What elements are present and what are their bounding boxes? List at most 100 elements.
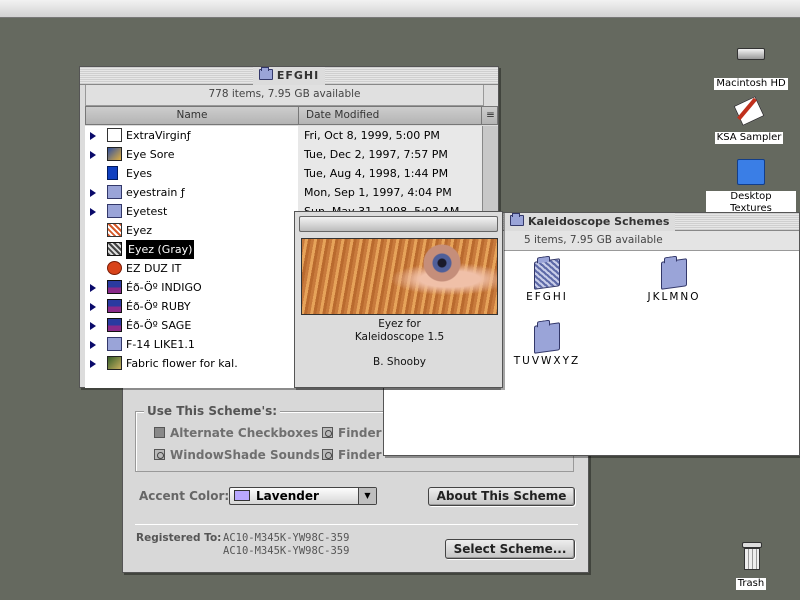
desktop-icon-label: Macintosh HD	[714, 78, 788, 90]
about-author: B. Shooby	[373, 356, 426, 368]
window-title: EFGHI	[252, 67, 326, 85]
folder-icon	[107, 337, 122, 351]
option-label: Alternate Checkboxes	[170, 426, 319, 440]
registration-code-1: AC10-M345K-YW98C-359	[223, 532, 350, 544]
window-title: Kaleidoscope Schemes	[504, 213, 676, 231]
about-this-scheme-button[interactable]: About This Scheme	[428, 487, 575, 506]
row-name: F-14 LIKE1.1	[126, 338, 195, 351]
color-swatch	[234, 490, 250, 501]
row-date: Tue, Dec 2, 1997, 7:57 PM	[298, 145, 482, 164]
folder-label: EFGHI	[526, 291, 568, 303]
disclosure-triangle-icon[interactable]	[90, 303, 96, 311]
accent-color-popup[interactable]: Lavender ▼	[229, 487, 377, 505]
folder-outline-icon	[107, 128, 122, 142]
list-row[interactable]: ExtraVirginƒ Fri, Oct 8, 1999, 5:00 PM	[85, 126, 482, 145]
alternate-checkboxes-option[interactable]: Alternate Checkboxes	[154, 426, 318, 440]
monitor-icon	[107, 299, 122, 313]
row-date: Tue, Aug 4, 1998, 1:44 PM	[298, 164, 482, 183]
disclosure-triangle-icon[interactable]	[90, 189, 96, 197]
folder-icon	[107, 185, 122, 199]
folder-icon	[661, 258, 687, 290]
row-date: Mon, Sep 1, 1997, 4:04 PM	[298, 183, 482, 202]
disclosure-triangle-icon[interactable]	[90, 284, 96, 292]
accent-color-label: Accent Color:	[139, 489, 230, 503]
folder-icon	[510, 213, 524, 226]
desktop-icon-label: KSA Sampler	[714, 132, 784, 144]
about-line-1: Eyez for	[378, 318, 421, 330]
desktop-icon-ksa-sampler[interactable]: KSA Sampler	[704, 94, 794, 144]
scheme-preview-image	[301, 238, 498, 315]
folder-item-tuvwxyz[interactable]: TUVWXYZ	[497, 322, 597, 367]
row-name: Eyez	[126, 224, 153, 237]
windowshade-sounds-option[interactable]: WindowShade Sounds	[154, 448, 320, 462]
about-scheme-window[interactable]: Eyez for Kaleidoscope 1.5 B. Shooby	[294, 211, 503, 388]
divider	[135, 524, 578, 525]
window-info-bar: 778 items, 7.95 GB available	[85, 85, 484, 106]
monitor-icon	[107, 280, 122, 294]
option-label: WindowShade Sounds	[170, 448, 320, 462]
chevron-down-icon: ▼	[358, 488, 376, 504]
list-row[interactable]: eyestrain ƒ Mon, Sep 1, 1997, 4:04 PM	[85, 183, 482, 202]
desktop-icon-label: Trash	[735, 578, 767, 590]
row-name: Eye Sore	[126, 148, 175, 161]
image-icon	[107, 356, 122, 370]
document-icon	[107, 166, 118, 180]
list-row[interactable]: Eye Sore Tue, Dec 2, 1997, 7:57 PM	[85, 145, 482, 164]
row-name: ExtraVirginƒ	[126, 129, 191, 142]
folder-icon	[534, 258, 560, 290]
sort-direction-icon[interactable]: ≡	[481, 107, 499, 124]
checkbox-icon	[154, 427, 165, 438]
row-name: Éð-Öº INDIGO	[126, 281, 202, 294]
finder-option-1[interactable]: Finder	[322, 426, 382, 440]
finder-option-2[interactable]: Finder	[322, 448, 382, 462]
disclosure-triangle-icon[interactable]	[90, 341, 96, 349]
trash-icon	[733, 540, 769, 574]
row-name: Éð-Öº SAGE	[126, 319, 192, 332]
monitor-icon	[107, 318, 122, 332]
folder-item-jklmno[interactable]: JKLMNO	[624, 258, 724, 303]
row-name: EZ DUZ IT	[126, 262, 182, 275]
column-headers: Name Date Modified ≡	[85, 106, 498, 125]
window-titlebar[interactable]: EFGHI	[80, 67, 498, 85]
list-row[interactable]: Eyes Tue, Aug 4, 1998, 1:44 PM	[85, 164, 482, 183]
folder-icon	[258, 67, 273, 80]
option-label: Finder	[338, 426, 382, 440]
folder-item-efghi[interactable]: EFGHI	[497, 258, 597, 303]
disclosure-triangle-icon[interactable]	[90, 208, 96, 216]
menu-bar[interactable]	[0, 0, 800, 18]
disclosure-triangle-icon[interactable]	[90, 322, 96, 330]
row-name: Éð-Öº RUBY	[126, 300, 191, 313]
row-name: Eyez (Gray)	[126, 240, 195, 259]
folder-icon	[534, 322, 560, 354]
checkbox-icon	[322, 449, 333, 460]
select-scheme-button[interactable]: Select Scheme...	[445, 539, 575, 559]
scheme-icon	[107, 223, 122, 237]
row-name: Eyetest	[126, 205, 168, 218]
column-header-name[interactable]: Name	[86, 107, 299, 124]
window-titlebar[interactable]	[299, 216, 498, 232]
desktop-icon-desktop-textures[interactable]: Desktop Textures	[706, 155, 796, 215]
window-info-bar: 5 items, 7.95 GB available	[504, 231, 799, 251]
sampler-icon	[731, 94, 767, 128]
scheme-gray-icon	[107, 242, 122, 256]
folder-label: JKLMNO	[647, 291, 701, 303]
folder-icon	[107, 204, 122, 218]
option-label: Finder	[338, 448, 382, 462]
row-name: Fabric flower for kal.	[126, 357, 238, 370]
accent-color-value: Lavender	[256, 489, 319, 503]
row-name: Eyes	[126, 167, 152, 180]
disclosure-triangle-icon[interactable]	[90, 360, 96, 368]
folder-icon	[733, 155, 769, 189]
row-date: Fri, Oct 8, 1999, 5:00 PM	[298, 126, 482, 145]
app-icon	[107, 147, 122, 161]
desktop-icon-macintosh-hd[interactable]: Macintosh HD	[706, 40, 796, 90]
checkbox-icon	[322, 427, 333, 438]
desktop-icon-trash[interactable]: Trash	[706, 540, 796, 590]
disclosure-triangle-icon[interactable]	[90, 151, 96, 159]
registered-label: Registered To:	[136, 532, 222, 544]
row-name: eyestrain ƒ	[126, 186, 185, 199]
checkbox-icon	[154, 449, 165, 460]
disclosure-triangle-icon[interactable]	[90, 132, 96, 140]
registration-code-2: AC10-M345K-YW98C-359	[223, 545, 350, 557]
column-header-date[interactable]: Date Modified	[306, 107, 476, 124]
